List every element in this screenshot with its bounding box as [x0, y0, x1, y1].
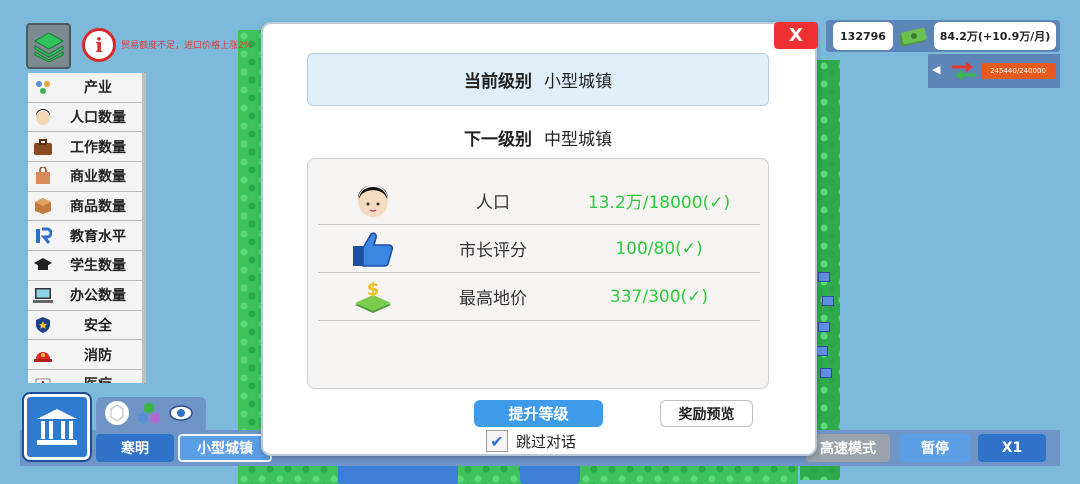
speed-mode-button[interactable]: 高速模式: [806, 434, 890, 462]
building-tile: [818, 272, 830, 282]
skip-dialog-label: 跳过对话: [516, 432, 577, 451]
sidebar-item-goods[interactable]: 商品数量: [28, 191, 142, 222]
sidebar-item-label: 安全: [84, 317, 112, 334]
reward-preview-button[interactable]: 奖励预览: [660, 400, 753, 427]
money-icon: [898, 24, 928, 52]
building-tile: [818, 322, 830, 332]
sidebar-item-fire[interactable]: 消防: [28, 340, 142, 370]
current-level-label: 当前级别: [464, 72, 532, 92]
sidebar-item-label: 教育水平: [70, 228, 126, 245]
skip-dialog-checkbox[interactable]: ✔: [486, 430, 508, 452]
land-price-icon: $: [318, 279, 428, 315]
trade-warning-text: 贸易额度不足，进口价格上涨2%: [121, 41, 253, 51]
education-icon: [32, 225, 54, 247]
collapse-arrow-icon[interactable]: ◀: [932, 63, 940, 76]
requirements-panel: 人口 13.2万/18000(✓) 市长评分 100/80(✓) $ 最高地价 …: [307, 158, 769, 389]
current-level-panel: 当前级别 小型城镇: [307, 53, 769, 106]
thumbs-up-icon: [318, 230, 428, 268]
pause-button[interactable]: 暂停: [900, 434, 970, 462]
requirement-name: 市长评分: [459, 241, 527, 261]
sidebar-item-label: 办公数量: [70, 288, 126, 305]
stats-sidebar[interactable]: 产业 人口数量 工作数量 商业数量 商品数量 教育水平 学生数量 办公数量 安全…: [28, 73, 146, 383]
sidebar-item-industry[interactable]: 产业: [28, 73, 142, 103]
person-icon: [32, 106, 54, 128]
box-icon: [32, 195, 54, 217]
computer-icon: [32, 284, 54, 306]
sidebar-item-label: 医疗: [54, 374, 142, 383]
shopping-bag-icon: [32, 165, 54, 187]
layers-button[interactable]: [26, 23, 71, 69]
person-face-icon: [318, 183, 428, 219]
sidebar-item-medical[interactable]: 医疗: [28, 369, 142, 383]
sidebar-item-jobs[interactable]: 工作数量: [28, 132, 142, 163]
sidebar-item-students[interactable]: 学生数量: [28, 251, 142, 281]
requirement-row: 市长评分 100/80(✓): [318, 225, 760, 273]
next-level-label: 下一级别: [464, 129, 532, 150]
city-level-button[interactable]: 小型城镇: [178, 434, 272, 462]
hexagons-icon[interactable]: [136, 400, 162, 430]
view-options-panel: [96, 397, 206, 433]
trade-progress-bar: 245440/240000: [981, 63, 1055, 79]
sidebar-item-label: 商业数量: [70, 169, 126, 186]
layers-icon: [33, 32, 64, 62]
building-tile: [822, 296, 834, 306]
info-icon[interactable]: i: [82, 28, 116, 62]
sidebar-item-label: 学生数量: [70, 258, 126, 275]
requirement-name: 人口: [476, 193, 510, 213]
sidebar-item-commerce[interactable]: 商业数量: [28, 162, 142, 192]
sidebar-item-label: 消防: [84, 347, 112, 364]
game-speed-button[interactable]: X1: [978, 434, 1046, 462]
requirement-row: $ 最高地价 337/300(✓): [318, 273, 760, 321]
next-level-value: 中型城镇: [544, 129, 612, 150]
money-counter: 84.2万(+10.9万/月): [934, 22, 1056, 50]
requirement-value: 13.2万/18000(✓): [587, 193, 731, 213]
briefcase-icon: [32, 136, 54, 158]
close-button[interactable]: X: [774, 22, 818, 49]
next-level-panel: 下一级别 中型城镇: [307, 124, 769, 150]
sidebar-item-security[interactable]: 安全: [28, 310, 142, 341]
sidebar-item-education[interactable]: 教育水平: [28, 221, 142, 252]
requirement-value: 100/80(✓): [615, 238, 703, 259]
city-hall-button[interactable]: [22, 392, 92, 462]
eye-icon[interactable]: [168, 402, 194, 428]
city-name-button[interactable]: 寒明: [96, 434, 174, 462]
sidebar-item-population[interactable]: 人口数量: [28, 102, 142, 133]
trade-arrows-icon: [950, 60, 978, 86]
svg-text:$: $: [367, 279, 380, 300]
industry-icon: [32, 76, 54, 98]
requirement-name: 最高地价: [459, 289, 527, 309]
sidebar-item-offices[interactable]: 办公数量: [28, 280, 142, 311]
skip-dialog-option[interactable]: ✔ 跳过对话: [486, 430, 576, 452]
upgrade-level-button[interactable]: 提升等级: [474, 400, 603, 427]
requirement-row: 人口 13.2万/18000(✓): [318, 177, 760, 225]
medical-icon: [32, 373, 54, 383]
hexagon-outline-icon[interactable]: [104, 400, 130, 430]
sidebar-item-label: 产业: [84, 80, 112, 97]
building-tile: [816, 346, 828, 356]
graduation-cap-icon: [32, 254, 54, 276]
sidebar-item-label: 工作数量: [70, 139, 126, 156]
sidebar-item-label: 人口数量: [70, 110, 126, 127]
current-level-value: 小型城镇: [544, 72, 612, 92]
sidebar-item-label: 商品数量: [70, 199, 126, 216]
building-tile: [820, 368, 832, 378]
requirement-value: 337/300(✓): [609, 286, 709, 307]
city-hall-icon: [37, 409, 77, 445]
police-badge-icon: [32, 314, 54, 336]
population-counter: 132796: [833, 22, 893, 50]
fire-helmet-icon: [32, 344, 54, 366]
